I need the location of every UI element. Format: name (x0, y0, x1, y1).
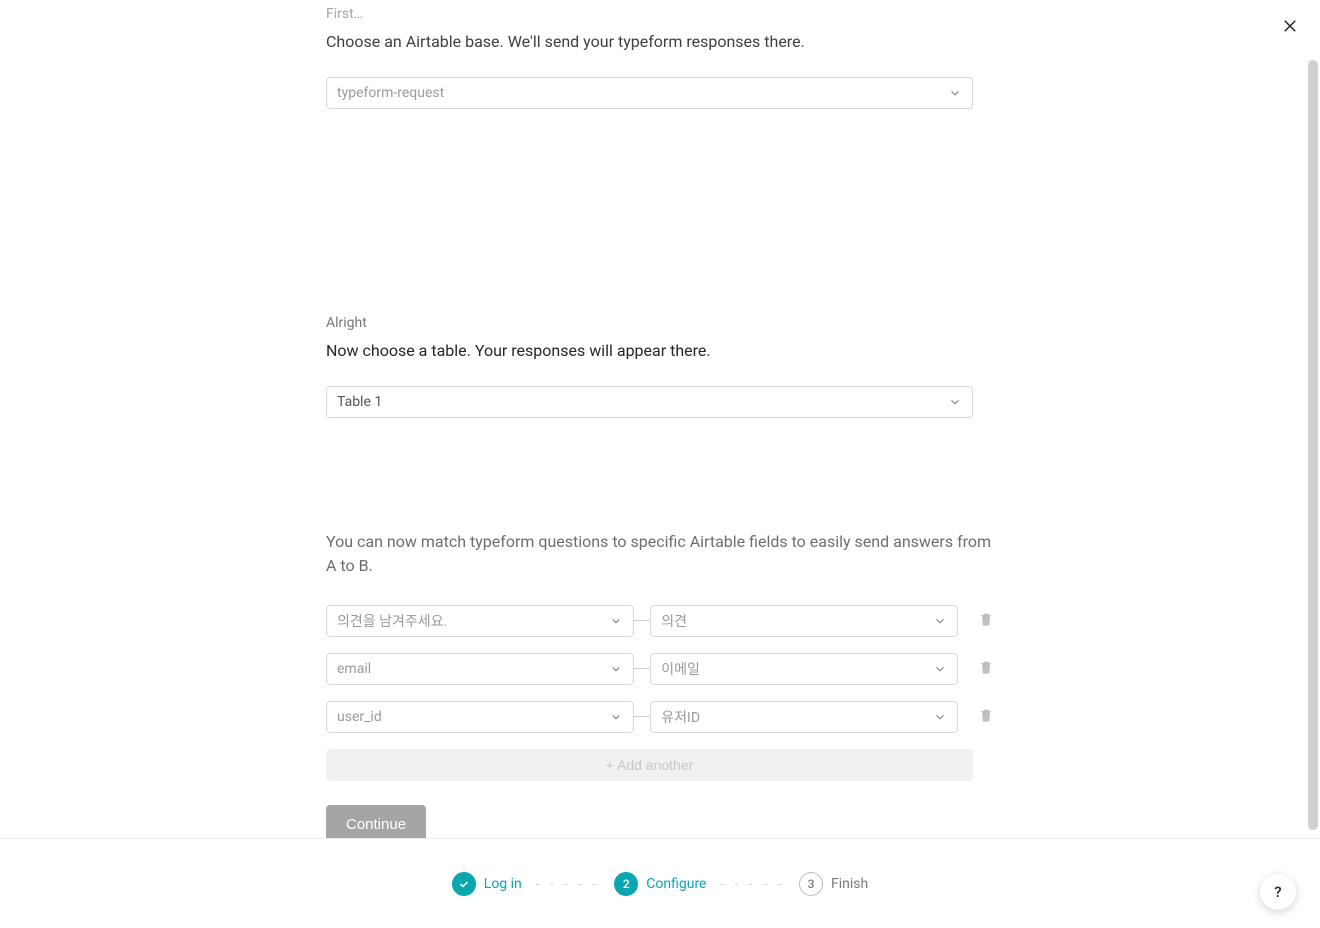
base-select-value: typeform-request (337, 85, 444, 101)
base-select[interactable]: typeform-request (326, 77, 973, 109)
trash-icon (978, 707, 994, 727)
question-select-value: user_id (337, 709, 382, 725)
step-separator: - - - - - (721, 877, 786, 891)
step-label: Configure (646, 876, 706, 892)
step-number: 2 (614, 872, 638, 896)
table-select-value: Table 1 (337, 394, 382, 410)
field-select[interactable]: 의견 (650, 605, 958, 637)
step-label: Finish (831, 876, 868, 892)
table-select[interactable]: Table 1 (326, 386, 973, 418)
add-another-button[interactable]: + Add another (326, 749, 973, 781)
chevron-down-icon (933, 614, 947, 628)
chevron-down-icon (609, 614, 623, 628)
step-finish[interactable]: 3 Finish (799, 872, 868, 896)
scrollbar[interactable] (1308, 0, 1318, 838)
connector-line (634, 668, 651, 669)
connector-line (634, 620, 651, 621)
step-number: 3 (799, 872, 823, 896)
chevron-down-icon (948, 86, 962, 100)
trash-icon (978, 659, 994, 679)
question-select[interactable]: email (326, 653, 634, 685)
trash-icon (978, 611, 994, 631)
map-row: email 이메일 (326, 653, 994, 685)
table-hint: Alright (326, 315, 994, 331)
help-icon: ? (1274, 883, 1281, 901)
base-title: Choose an Airtable base. We'll send your… (326, 30, 994, 53)
question-select[interactable]: 의견을 남겨주세요. (326, 605, 634, 637)
scrollbar-thumb[interactable] (1308, 60, 1318, 830)
question-select[interactable]: user_id (326, 701, 634, 733)
chevron-down-icon (609, 662, 623, 676)
base-hint: First… (326, 6, 994, 22)
map-description: You can now match typeform questions to … (326, 530, 994, 576)
delete-row-button[interactable] (978, 707, 994, 727)
help-button[interactable]: ? (1260, 874, 1296, 910)
map-row: user_id 유저ID (326, 701, 994, 733)
close-button[interactable] (1278, 16, 1302, 40)
field-select-value: 유저ID (661, 707, 700, 727)
step-separator: - - - - - (536, 877, 601, 891)
delete-row-button[interactable] (978, 611, 994, 631)
field-select[interactable]: 이메일 (650, 653, 958, 685)
step-configure[interactable]: 2 Configure (614, 872, 706, 896)
delete-row-button[interactable] (978, 659, 994, 679)
table-title: Now choose a table. Your responses will … (326, 339, 994, 362)
field-select-value: 의견 (661, 611, 687, 631)
question-select-value: email (337, 661, 371, 677)
field-select-value: 이메일 (661, 659, 700, 679)
chevron-down-icon (933, 662, 947, 676)
steps-bar: Log in - - - - - 2 Configure - - - - - 3… (0, 838, 1320, 928)
connector-line (634, 716, 651, 717)
map-row: 의견을 남겨주세요. 의견 (326, 605, 994, 637)
question-select-value: 의견을 남겨주세요. (337, 611, 447, 631)
field-select[interactable]: 유저ID (650, 701, 958, 733)
check-icon (452, 872, 476, 896)
close-icon (1281, 17, 1299, 39)
step-label: Log in (484, 876, 522, 892)
chevron-down-icon (933, 710, 947, 724)
main-content: First… Choose an Airtable base. We'll se… (0, 0, 1320, 845)
chevron-down-icon (609, 710, 623, 724)
chevron-down-icon (948, 395, 962, 409)
step-login[interactable]: Log in (452, 872, 522, 896)
